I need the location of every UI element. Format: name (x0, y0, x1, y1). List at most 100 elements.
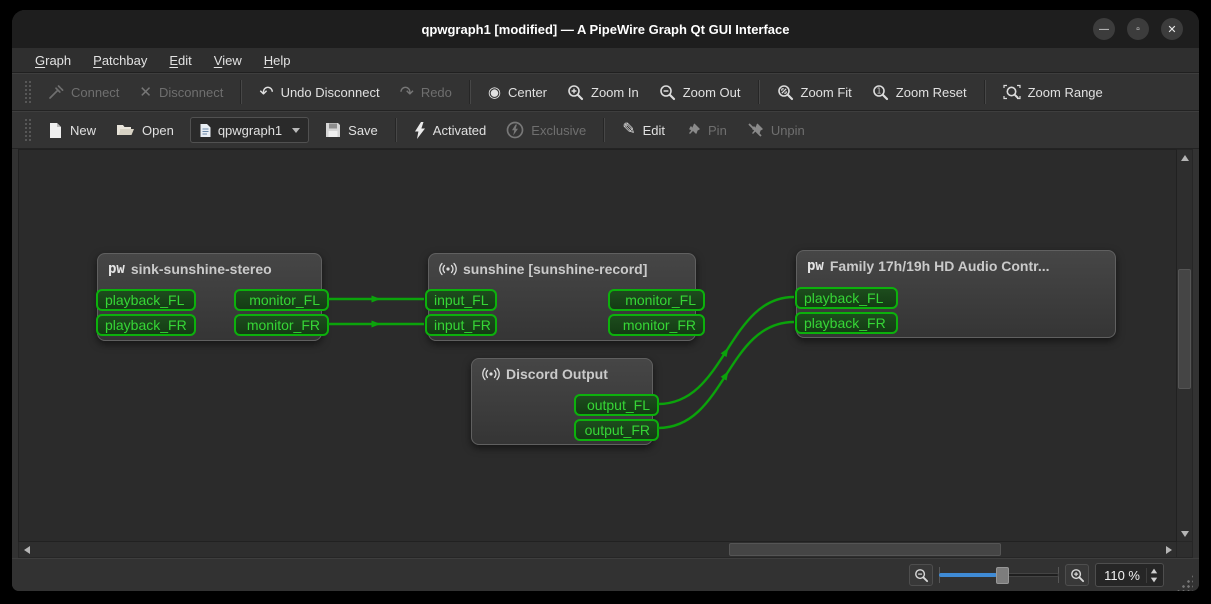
port-monitor_FL[interactable]: monitor_FL (608, 289, 705, 311)
menu-edit[interactable]: Edit (160, 50, 200, 71)
port-input_FR[interactable]: input_FR (425, 314, 497, 336)
zoom-slider[interactable] (939, 565, 1060, 585)
center-button[interactable]: ◉ Center (478, 80, 557, 105)
zoom-out-button[interactable]: Zoom Out (649, 79, 751, 106)
connect-label: Connect (71, 84, 120, 100)
toolbar-separator (757, 80, 760, 104)
redo-icon: ↷ (399, 82, 414, 102)
node-title: sunshine [sunshine-record] (463, 261, 648, 277)
zoom-in-button[interactable]: Zoom In (557, 79, 649, 106)
toolbar-separator (603, 118, 606, 142)
pin-button[interactable]: Pin (675, 117, 737, 143)
close-button[interactable]: ✕ (1161, 18, 1183, 40)
arrow-right-icon (1165, 545, 1172, 554)
unpin-button[interactable]: Unpin (737, 117, 815, 143)
node-title: sink-sunshine-stereo (130, 261, 272, 277)
patchbay-file-icon (200, 123, 211, 137)
qpwgraph-window: qpwgraph1 [modified] — A PipeWire Graph … (12, 10, 1199, 591)
zoom-out-icon (914, 568, 928, 582)
menu-graph[interactable]: Graph (26, 50, 80, 71)
menu-help[interactable]: Help (255, 50, 300, 71)
scroll-left-button[interactable] (19, 542, 34, 557)
pipewire-icon: pw (108, 261, 125, 277)
scroll-up-button[interactable] (1177, 150, 1192, 165)
edit-label: Edit (642, 122, 666, 138)
resize-grip[interactable] (1176, 574, 1193, 591)
session-combo[interactable]: qpwgraph1 (189, 117, 310, 143)
vertical-scroll-thumb[interactable] (1178, 269, 1191, 389)
disconnect-icon: ✕ (139, 83, 152, 101)
port-playback_FR[interactable]: playback_FR (96, 314, 196, 336)
node-sink-sunshine-stereo[interactable]: pw sink-sunshine-stereo playback_FL play… (96, 253, 329, 341)
unpin-icon (748, 123, 763, 137)
statusbar: 110 % (12, 558, 1199, 591)
scroll-right-button[interactable] (1161, 542, 1176, 557)
save-icon (326, 123, 341, 137)
node-discord-output[interactable]: Discord Output output_FL output_FR (471, 358, 659, 445)
edit-button[interactable]: ✎ Edit (612, 117, 675, 143)
svg-text:1: 1 (876, 86, 881, 95)
graph-canvas[interactable]: pw sink-sunshine-stereo playback_FL play… (18, 149, 1177, 542)
scroll-down-button[interactable] (1177, 526, 1192, 541)
horizontal-scrollbar[interactable] (18, 542, 1177, 558)
statusbar-zoom-out-button[interactable] (909, 564, 934, 586)
port-monitor_FR[interactable]: monitor_FR (234, 314, 329, 336)
zoom-spinbox[interactable]: 110 % (1095, 563, 1164, 587)
port-output_FR[interactable]: output_FR (574, 419, 659, 441)
maximize-button[interactable]: ▫ (1127, 18, 1149, 40)
statusbar-zoom-in-button[interactable] (1065, 564, 1090, 586)
toolbar-drag-handle[interactable] (24, 80, 32, 104)
undo-disconnect-label: Undo Disconnect (280, 84, 380, 100)
patchbay-toolbar: New Open qpwgraph1 Save Activated Exclus… (12, 111, 1199, 149)
center-label: Center (507, 84, 548, 100)
zoom-slider-handle[interactable] (996, 567, 1010, 584)
port-playback_FR[interactable]: playback_FR (795, 312, 898, 334)
zoom-in-label: Zoom In (591, 84, 639, 100)
edit-pencil-icon: ✎ (622, 121, 636, 138)
chevron-down-icon (292, 127, 301, 133)
redo-button[interactable]: ↷ Redo (390, 79, 462, 106)
port-playback_FL[interactable]: playback_FL (795, 287, 898, 309)
vertical-scrollbar[interactable] (1177, 149, 1193, 542)
horizontal-scroll-track[interactable] (34, 542, 1161, 557)
port-input_FL[interactable]: input_FL (425, 289, 497, 311)
disconnect-button[interactable]: ✕ Disconnect (129, 80, 233, 105)
zoom-range-button[interactable]: Zoom Range (993, 79, 1113, 106)
spin-down-button[interactable] (1150, 577, 1158, 582)
exclusive-button[interactable]: Exclusive (496, 116, 596, 144)
pin-label: Pin (708, 122, 727, 138)
spin-up-button[interactable] (1150, 568, 1158, 573)
new-button[interactable]: New (38, 117, 106, 144)
window-controls: — ▫ ✕ (1093, 18, 1183, 40)
vertical-scroll-track[interactable] (1177, 165, 1192, 526)
titlebar[interactable]: qpwgraph1 [modified] — A PipeWire Graph … (12, 10, 1199, 48)
node-family-hd-audio[interactable]: pw Family 17h/19h HD Audio Contr... play… (795, 250, 1116, 338)
toolbar-drag-handle[interactable] (24, 118, 32, 142)
zoom-out-icon (659, 84, 675, 100)
activated-button[interactable]: Activated (404, 117, 496, 144)
save-button[interactable]: Save (315, 117, 388, 143)
menu-view[interactable]: View (205, 50, 251, 71)
horizontal-scroll-thumb[interactable] (729, 543, 1001, 556)
exclusive-label: Exclusive (531, 122, 587, 138)
connect-button[interactable]: Connect (38, 79, 129, 105)
port-monitor_FL[interactable]: monitor_FL (234, 289, 329, 311)
arrow-down-icon (1180, 530, 1189, 537)
undo-disconnect-button[interactable]: ↶ Undo Disconnect (249, 79, 389, 106)
save-label: Save (348, 122, 378, 138)
open-folder-icon (117, 125, 135, 135)
minimize-button[interactable]: — (1093, 18, 1115, 40)
zoom-fit-button[interactable]: Zoom Fit (767, 79, 862, 106)
node-sunshine[interactable]: sunshine [sunshine-record] input_FL inpu… (425, 253, 705, 341)
pipewire-icon: pw (807, 258, 824, 274)
port-monitor_FR[interactable]: monitor_FR (608, 314, 705, 336)
zoom-reset-button[interactable]: 1 Zoom Reset (862, 79, 977, 106)
menu-patchbay[interactable]: Patchbay (84, 50, 156, 71)
graph-toolbar: Connect ✕ Disconnect ↶ Undo Disconnect ↷… (12, 73, 1199, 111)
zoom-in-icon (568, 84, 584, 100)
scrollbar-corner (1177, 542, 1193, 558)
toolbar-separator (394, 118, 397, 142)
port-output_FL[interactable]: output_FL (574, 394, 659, 416)
open-button[interactable]: Open (106, 117, 184, 143)
port-playback_FL[interactable]: playback_FL (96, 289, 196, 311)
